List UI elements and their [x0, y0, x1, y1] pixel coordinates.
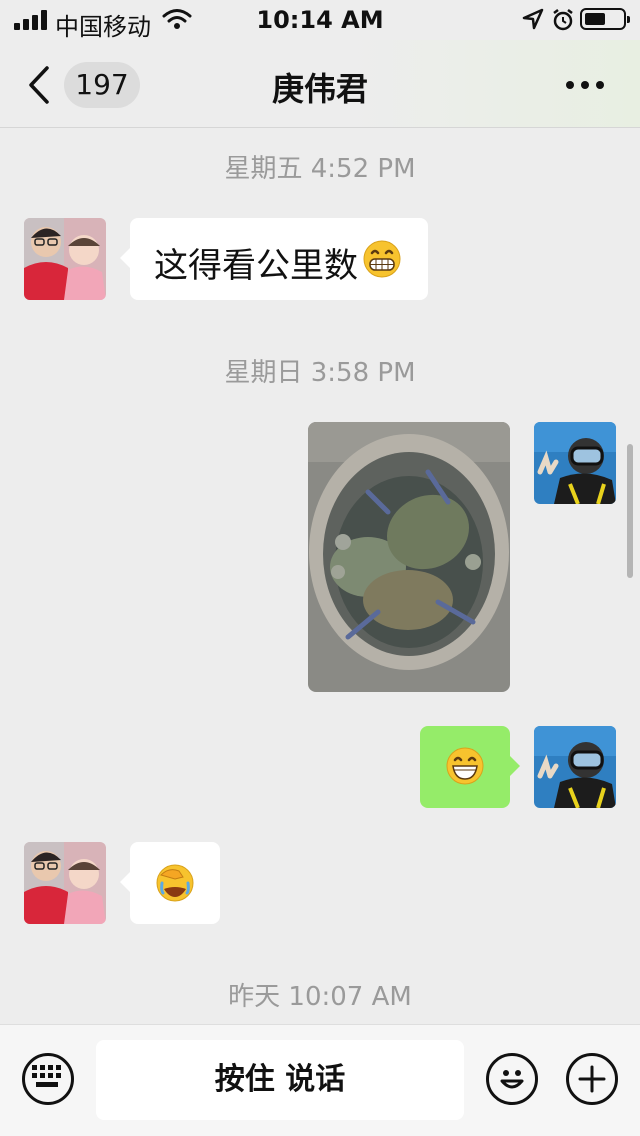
- nav-bar: 197 庚伟君: [0, 40, 640, 128]
- timestamp: 昨天 10:07 AM: [228, 982, 412, 1012]
- status-bar: 中国移动 10:14 AM: [0, 0, 640, 41]
- timestamp: 星期五 4:52 PM: [224, 154, 416, 184]
- timestamp: 星期日 3:58 PM: [224, 358, 416, 388]
- plus-icon: [578, 1065, 606, 1093]
- crabs-in-bowl-photo[interactable]: [308, 422, 510, 692]
- self-avatar[interactable]: [534, 726, 616, 808]
- keyboard-icon: [32, 1065, 61, 1087]
- keyboard-toggle-button[interactable]: [22, 1053, 74, 1105]
- chat-scrollbar[interactable]: [627, 444, 633, 578]
- self-avatar[interactable]: [534, 422, 616, 504]
- input-bar: 按住 说话: [0, 1024, 640, 1136]
- chat-title: 庚伟君: [271, 70, 368, 108]
- contact-avatar[interactable]: [24, 218, 106, 300]
- more-options-button[interactable]: [560, 70, 610, 100]
- more-functions-button[interactable]: [566, 1053, 618, 1105]
- smiley-icon: [500, 1070, 524, 1089]
- location-arrow-icon: [522, 8, 544, 30]
- contact-avatar[interactable]: [24, 842, 106, 924]
- facepalm-emoji: [156, 864, 194, 902]
- battery-icon: [580, 8, 630, 30]
- alarm-icon: [553, 9, 573, 31]
- big-grin-emoji: [446, 747, 484, 785]
- hold-to-talk-button[interactable]: 按住 说话: [96, 1040, 464, 1120]
- grinning-face-emoji: [363, 240, 401, 278]
- message-bubble-received[interactable]: [120, 842, 220, 924]
- message-bubble-received[interactable]: 这得看公里数: [120, 218, 428, 300]
- message-text: 这得看公里数: [154, 246, 358, 286]
- clock: 10:14 AM: [256, 6, 384, 34]
- emoji-button[interactable]: [486, 1053, 538, 1105]
- message-bubble-sent[interactable]: [420, 726, 520, 808]
